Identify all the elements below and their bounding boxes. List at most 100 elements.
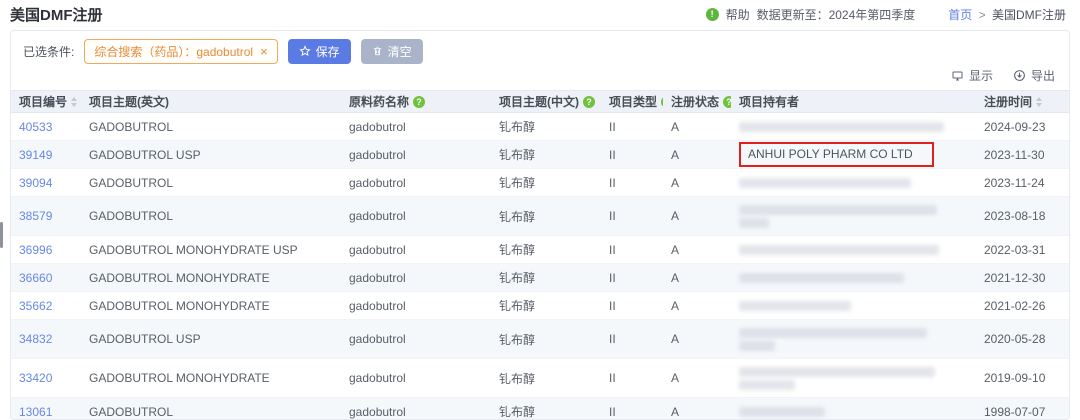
redacted-holder-text (739, 218, 769, 228)
project-id-link[interactable]: 34832 (19, 332, 52, 346)
project-id-link[interactable]: 33420 (19, 371, 52, 385)
cell-status: A (663, 169, 731, 197)
cell-holder (731, 169, 976, 197)
cell-project-id: 40533 (11, 113, 81, 141)
breadcrumb: 首页 > 美国DMF注册 (948, 6, 1066, 23)
close-icon[interactable]: × (260, 45, 268, 58)
table-row: 35662GADOBUTROL MONOHYDRATEgadobutrol钆布醇… (11, 292, 1069, 320)
cell-subject-en: GADOBUTROL (81, 113, 341, 141)
column-header-subject-en: 项目主题(英文) (81, 91, 341, 113)
holder-name-highlighted: ANHUI POLY PHARM CO LTD (739, 142, 934, 167)
column-label: 项目主题(英文) (89, 93, 169, 110)
project-id-link[interactable]: 40533 (19, 120, 52, 134)
cell-holder (731, 398, 976, 420)
cell-status: A (663, 359, 731, 398)
project-id-link[interactable]: 39149 (19, 148, 52, 162)
table-row: 39149GADOBUTROL USPgadobutrol钆布醇IIAANHUI… (11, 141, 1069, 169)
table-row: 34832GADOBUTROL USPgadobutrol钆布醇IIA2020-… (11, 320, 1069, 359)
save-button[interactable]: 保存 (288, 39, 351, 64)
cell-type: II (601, 398, 663, 420)
project-id-link[interactable]: 36660 (19, 271, 52, 285)
redacted-holder-text (739, 328, 927, 338)
cell-subject-en: GADOBUTROL (81, 398, 341, 420)
display-columns-button[interactable]: 显示 (951, 67, 993, 84)
column-header-api-name: 原料药名称 ? (341, 91, 491, 113)
cell-status: A (663, 264, 731, 292)
cell-subject-cn: 钆布醇 (491, 292, 601, 320)
table-row: 36996GADOBUTROL MONOHYDRATE USPgadobutro… (11, 236, 1069, 264)
help-exclamation-icon: ! (706, 8, 719, 21)
column-header-type[interactable]: 项目类型 ? (601, 91, 663, 113)
cell-subject-cn: 钆布醇 (491, 141, 601, 169)
cell-api-name: gadobutrol (341, 236, 491, 264)
column-label: 项目编号 (19, 93, 67, 110)
trash-icon (372, 45, 383, 57)
redacted-holder-text (739, 367, 935, 377)
sort-icon[interactable] (1036, 97, 1042, 107)
selected-conditions-label: 已选条件: (23, 43, 74, 60)
column-header-project-id[interactable]: 项目编号 (11, 91, 81, 113)
clear-button[interactable]: 清空 (361, 39, 423, 64)
cell-reg-date: 2022-03-31 (976, 236, 1069, 264)
cell-type: II (601, 113, 663, 141)
cell-holder: ANHUI POLY PHARM CO LTD (731, 141, 976, 169)
cell-subject-en: GADOBUTROL MONOHYDRATE (81, 359, 341, 398)
cell-api-name: gadobutrol (341, 359, 491, 398)
clear-button-label: 清空 (388, 43, 412, 60)
help-question-icon[interactable]: ? (661, 96, 663, 108)
cell-subject-en: GADOBUTROL (81, 169, 341, 197)
export-button[interactable]: 导出 (1013, 67, 1055, 84)
redacted-holder-text (739, 273, 904, 283)
filter-tag-text: 综合搜索（药品）：gadobutrol (94, 43, 253, 60)
search-filter-tag[interactable]: 综合搜索（药品）：gadobutrol × (84, 39, 277, 64)
table-row: 33420GADOBUTROL MONOHYDRATEgadobutrol钆布醇… (11, 359, 1069, 398)
column-header-reg-date[interactable]: 注册时间 (976, 91, 1069, 113)
project-id-link[interactable]: 13061 (19, 405, 52, 419)
cell-type: II (601, 141, 663, 169)
project-id-link[interactable]: 38579 (19, 209, 52, 223)
breadcrumb-current: 美国DMF注册 (992, 8, 1066, 22)
cell-reg-date: 2023-08-18 (976, 197, 1069, 236)
cell-subject-cn: 钆布醇 (491, 169, 601, 197)
project-id-link[interactable]: 36996 (19, 243, 52, 257)
content-card: 已选条件: 综合搜索（药品）：gadobutrol × 保存 清空 显示 (10, 30, 1070, 420)
column-header-subject-cn: 项目主题(中文) ? (491, 91, 601, 113)
cell-project-id: 36660 (11, 264, 81, 292)
cell-project-id: 39149 (11, 141, 81, 169)
cell-project-id: 36996 (11, 236, 81, 264)
column-label: 原料药名称 (349, 93, 409, 110)
help-question-icon[interactable]: ? (723, 96, 731, 108)
left-scrollbar-handle[interactable] (0, 222, 3, 248)
filter-bar: 已选条件: 综合搜索（药品）：gadobutrol × 保存 清空 (11, 31, 1069, 65)
help-question-icon[interactable]: ? (583, 96, 595, 108)
cell-api-name: gadobutrol (341, 320, 491, 359)
sort-icon[interactable] (71, 97, 77, 107)
display-label: 显示 (969, 67, 993, 84)
cell-reg-date: 2021-02-26 (976, 292, 1069, 320)
cell-reg-date: 1998-07-07 (976, 398, 1069, 420)
redacted-holder-text (739, 178, 911, 188)
save-button-label: 保存 (316, 43, 340, 60)
cell-type: II (601, 320, 663, 359)
cell-reg-date: 2023-11-30 (976, 141, 1069, 169)
project-id-link[interactable]: 35662 (19, 299, 52, 313)
cell-api-name: gadobutrol (341, 197, 491, 236)
column-label: 项目持有者 (739, 93, 799, 110)
help-question-icon[interactable]: ? (413, 96, 425, 108)
cell-subject-cn: 钆布醇 (491, 264, 601, 292)
cell-project-id: 38579 (11, 197, 81, 236)
column-header-status[interactable]: 注册状态 ? (663, 91, 731, 113)
cell-status: A (663, 320, 731, 359)
redacted-holder-text (739, 245, 939, 255)
project-id-link[interactable]: 39094 (19, 176, 52, 190)
download-circle-icon (1013, 69, 1026, 82)
cell-status: A (663, 236, 731, 264)
cell-status: A (663, 292, 731, 320)
breadcrumb-home-link[interactable]: 首页 (948, 8, 972, 22)
redacted-holder-text (739, 122, 944, 132)
redacted-holder-text (739, 341, 775, 351)
help-link[interactable]: 帮助 (726, 6, 750, 23)
cell-subject-cn: 钆布醇 (491, 197, 601, 236)
cell-subject-cn: 钆布醇 (491, 113, 601, 141)
table-row: 38579GADOBUTROLgadobutrol钆布醇IIA2023-08-1… (11, 197, 1069, 236)
